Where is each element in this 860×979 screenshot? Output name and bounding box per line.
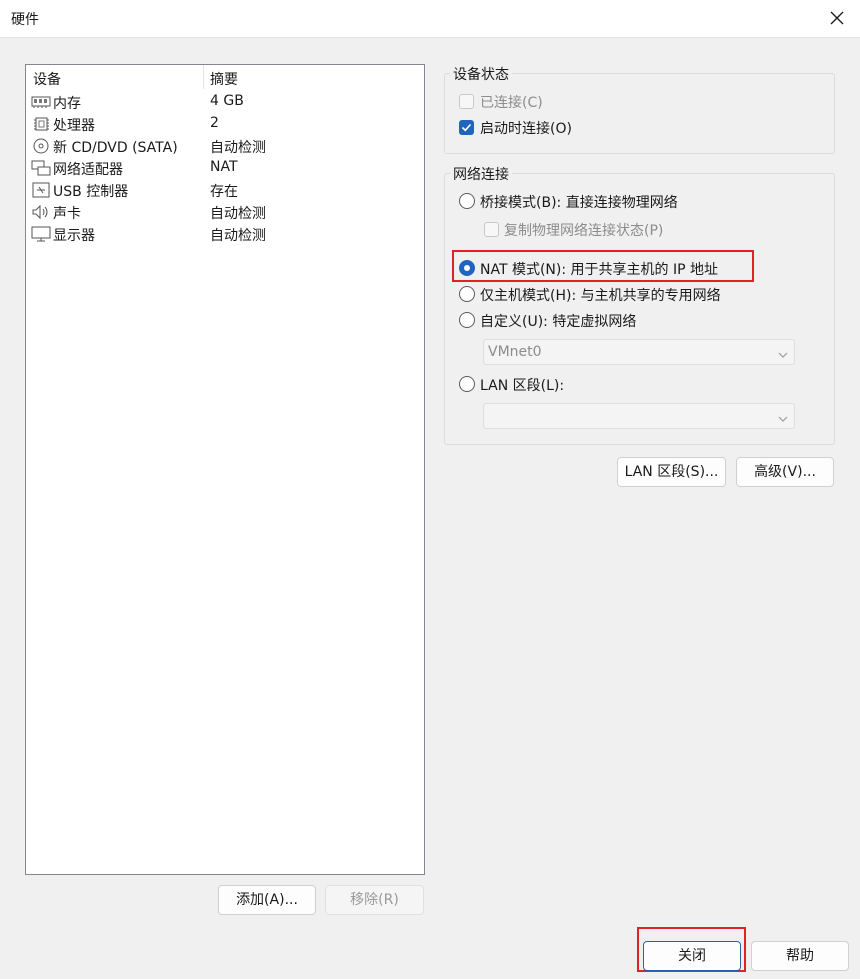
nat-highlight-box — [452, 250, 754, 282]
lan-segments-button[interactable]: LAN 区段(S)... — [617, 457, 726, 487]
column-header-summary[interactable]: 摘要 — [210, 69, 238, 89]
custom-radio[interactable] — [459, 312, 475, 328]
network-adapter-icon — [31, 160, 51, 176]
connected-checkbox[interactable] — [459, 94, 474, 109]
memory-icon — [31, 94, 51, 110]
chevron-down-icon — [778, 411, 788, 427]
hostonly-label: 仅主机模式(H): 与主机共享的专用网络 — [480, 288, 721, 304]
window-title: 硬件 — [11, 12, 39, 28]
column-separator[interactable] — [203, 65, 204, 89]
device-row-cd-dvd[interactable]: 新 CD/DVD (SATA) 自动检测 — [26, 135, 424, 157]
window-close-icon[interactable] — [828, 9, 846, 27]
usb-icon — [31, 182, 51, 198]
device-name: 声卡 — [53, 206, 81, 222]
close-button[interactable]: 关闭 — [643, 941, 741, 971]
device-list[interactable]: 设备 摘要 内存 4 GB 处理器 2 新 CD/DVD (SATA) 自动检测… — [25, 64, 425, 875]
connect-at-poweron-checkbox[interactable] — [459, 120, 474, 135]
lan-segment-label: LAN 区段(L): — [480, 378, 565, 394]
device-row-display[interactable]: 显示器 自动检测 — [26, 223, 424, 245]
device-row-usb[interactable]: USB 控制器 存在 — [26, 179, 424, 201]
processor-icon — [31, 116, 51, 132]
remove-device-button[interactable]: 移除(R) — [325, 885, 424, 915]
lan-segment-radio[interactable] — [459, 376, 475, 392]
device-summary: 4 GB — [210, 93, 244, 109]
bridged-radio[interactable] — [459, 193, 475, 209]
device-status-legend: 设备状态 — [450, 64, 512, 84]
device-row-sound-card[interactable]: 声卡 自动检测 — [26, 201, 424, 223]
help-button[interactable]: 帮助 — [751, 941, 849, 971]
custom-label: 自定义(U): 特定虚拟网络 — [480, 314, 637, 330]
cd-dvd-icon — [31, 138, 51, 154]
checkmark-icon — [461, 123, 472, 132]
device-list-header: 设备 摘要 — [26, 65, 424, 91]
title-bar: 硬件 — [0, 0, 860, 38]
device-row-processor[interactable]: 处理器 2 — [26, 113, 424, 135]
speaker-icon — [31, 204, 51, 220]
device-status-group — [444, 73, 835, 154]
device-name: 处理器 — [53, 118, 95, 134]
custom-network-select[interactable]: VMnet0 — [483, 339, 795, 365]
replicate-state-label: 复制物理网络连接状态(P) — [504, 223, 664, 239]
chevron-down-icon — [778, 347, 788, 363]
device-summary: 自动检测 — [210, 228, 266, 244]
replicate-state-checkbox[interactable] — [484, 222, 499, 237]
device-name: 新 CD/DVD (SATA) — [53, 140, 178, 156]
connect-at-poweron-label: 启动时连接(O) — [480, 121, 572, 137]
device-summary: 自动检测 — [210, 140, 266, 156]
device-summary: 自动检测 — [210, 206, 266, 222]
connected-label: 已连接(C) — [480, 95, 543, 111]
device-name: USB 控制器 — [53, 184, 129, 200]
device-summary: NAT — [210, 159, 238, 175]
add-device-button[interactable]: 添加(A)... — [218, 885, 316, 915]
lan-segment-select[interactable] — [483, 403, 795, 429]
hostonly-radio[interactable] — [459, 286, 475, 302]
device-name: 网络适配器 — [53, 162, 123, 178]
device-name: 显示器 — [53, 228, 95, 244]
custom-network-value: VMnet0 — [488, 344, 542, 360]
device-row-memory[interactable]: 内存 4 GB — [26, 91, 424, 113]
device-summary: 存在 — [210, 184, 238, 200]
column-header-device[interactable]: 设备 — [33, 69, 61, 89]
device-row-network-adapter[interactable]: 网络适配器 NAT — [26, 157, 424, 179]
bridged-label: 桥接模式(B): 直接连接物理网络 — [480, 195, 678, 211]
network-connection-legend: 网络连接 — [450, 164, 512, 184]
device-summary: 2 — [210, 115, 219, 131]
monitor-icon — [31, 226, 51, 242]
device-name: 内存 — [53, 96, 81, 112]
advanced-button[interactable]: 高级(V)... — [736, 457, 834, 487]
